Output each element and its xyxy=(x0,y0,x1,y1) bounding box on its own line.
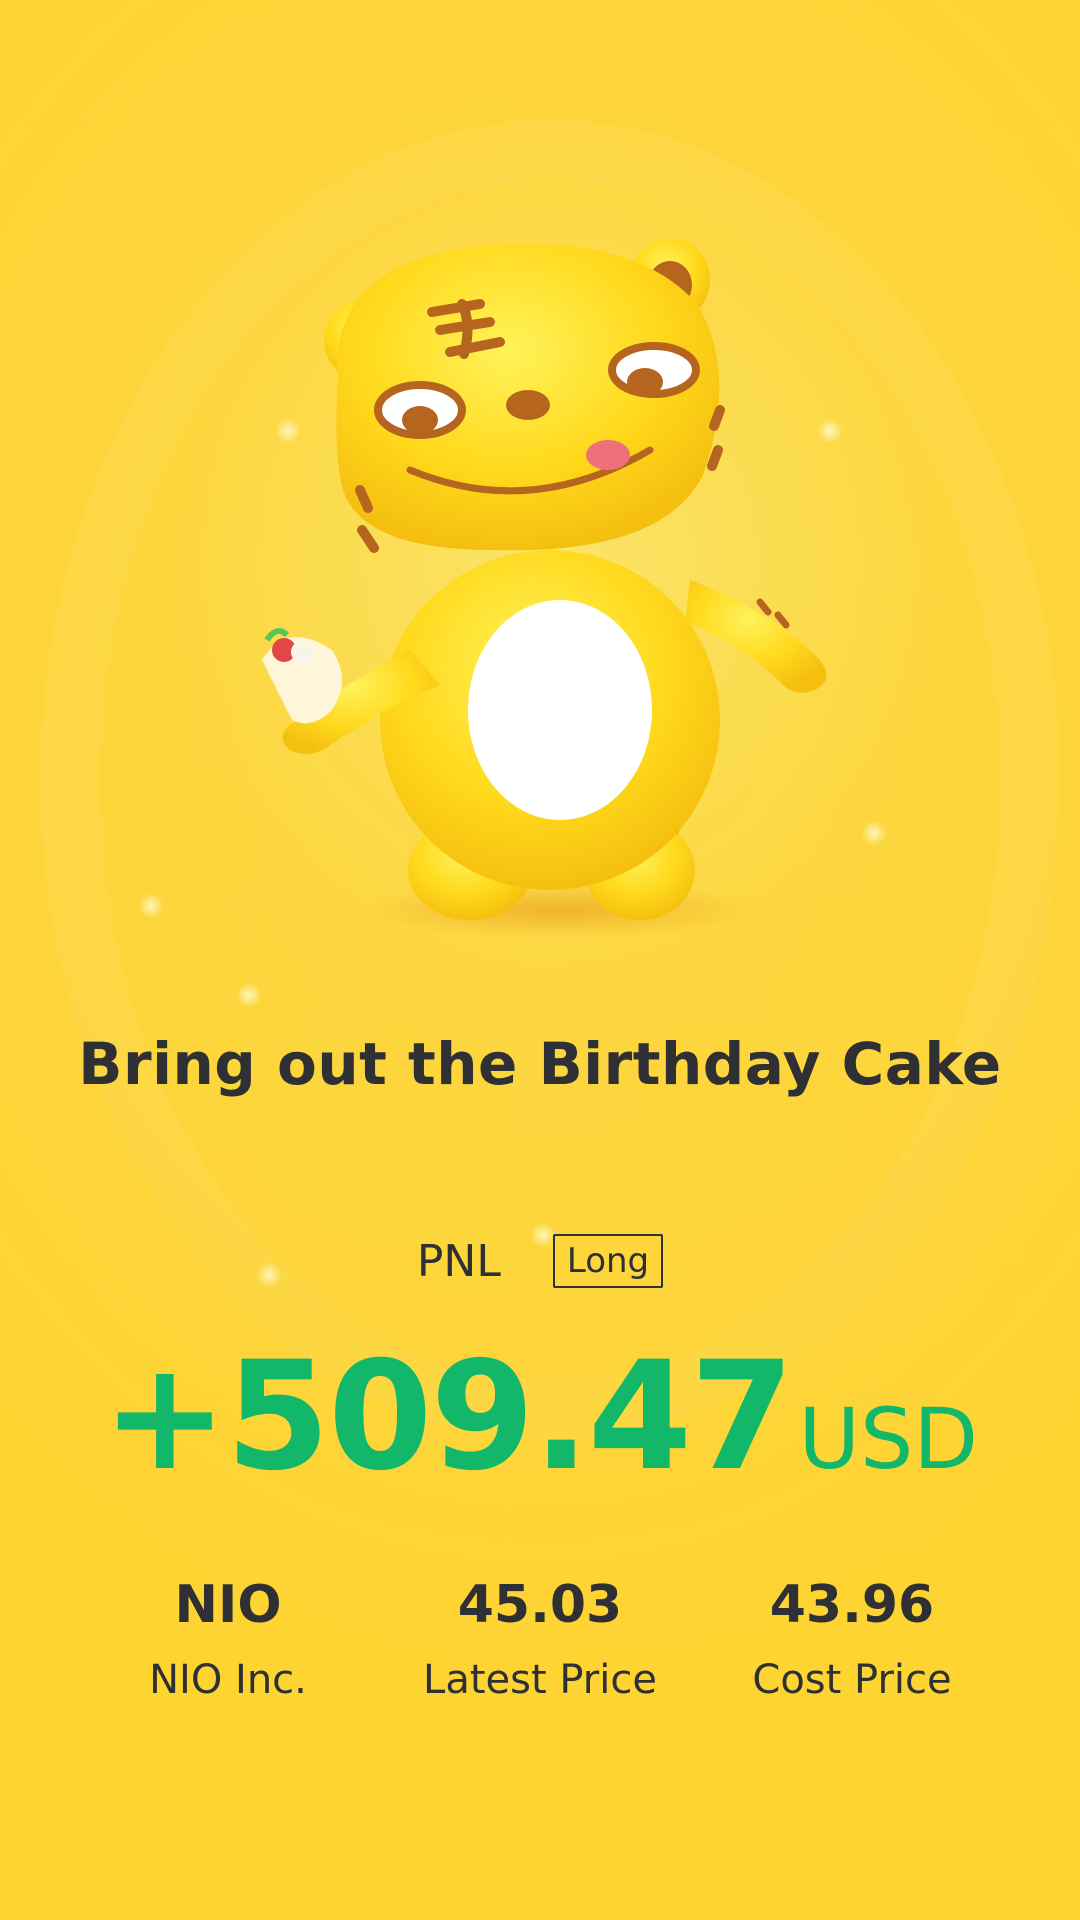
position-stats: NIO NIO Inc. 45.03 Latest Price 43.96 Co… xyxy=(0,1575,1080,1725)
stat-symbol: NIO NIO Inc. xyxy=(78,1575,378,1703)
stat-cost-price: 43.96 Cost Price xyxy=(702,1575,1002,1703)
stock-symbol: NIO xyxy=(174,1575,282,1635)
position-side-badge: Long xyxy=(552,1234,664,1288)
latest-price-value: 45.03 xyxy=(457,1575,623,1635)
pnl-value: +509.47 USD xyxy=(0,1330,1080,1504)
stat-latest-price: 45.03 Latest Price xyxy=(390,1575,690,1703)
sparkle xyxy=(236,982,262,1008)
cost-price-value: 43.96 xyxy=(769,1575,935,1635)
pnl-label: PNL xyxy=(416,1235,501,1287)
stock-name: NIO Inc. xyxy=(149,1657,307,1703)
sparkle xyxy=(138,893,164,919)
pnl-header: PNL Long xyxy=(0,1234,1080,1288)
cost-price-label: Cost Price xyxy=(752,1657,952,1703)
tiger-mascot-icon xyxy=(262,238,827,938)
pnl-currency: USD xyxy=(798,1390,978,1488)
latest-price-label: Latest Price xyxy=(423,1657,657,1703)
pnl-amount: +509.47 xyxy=(101,1330,795,1504)
page-title: Bring out the Birthday Cake xyxy=(78,1030,1002,1098)
